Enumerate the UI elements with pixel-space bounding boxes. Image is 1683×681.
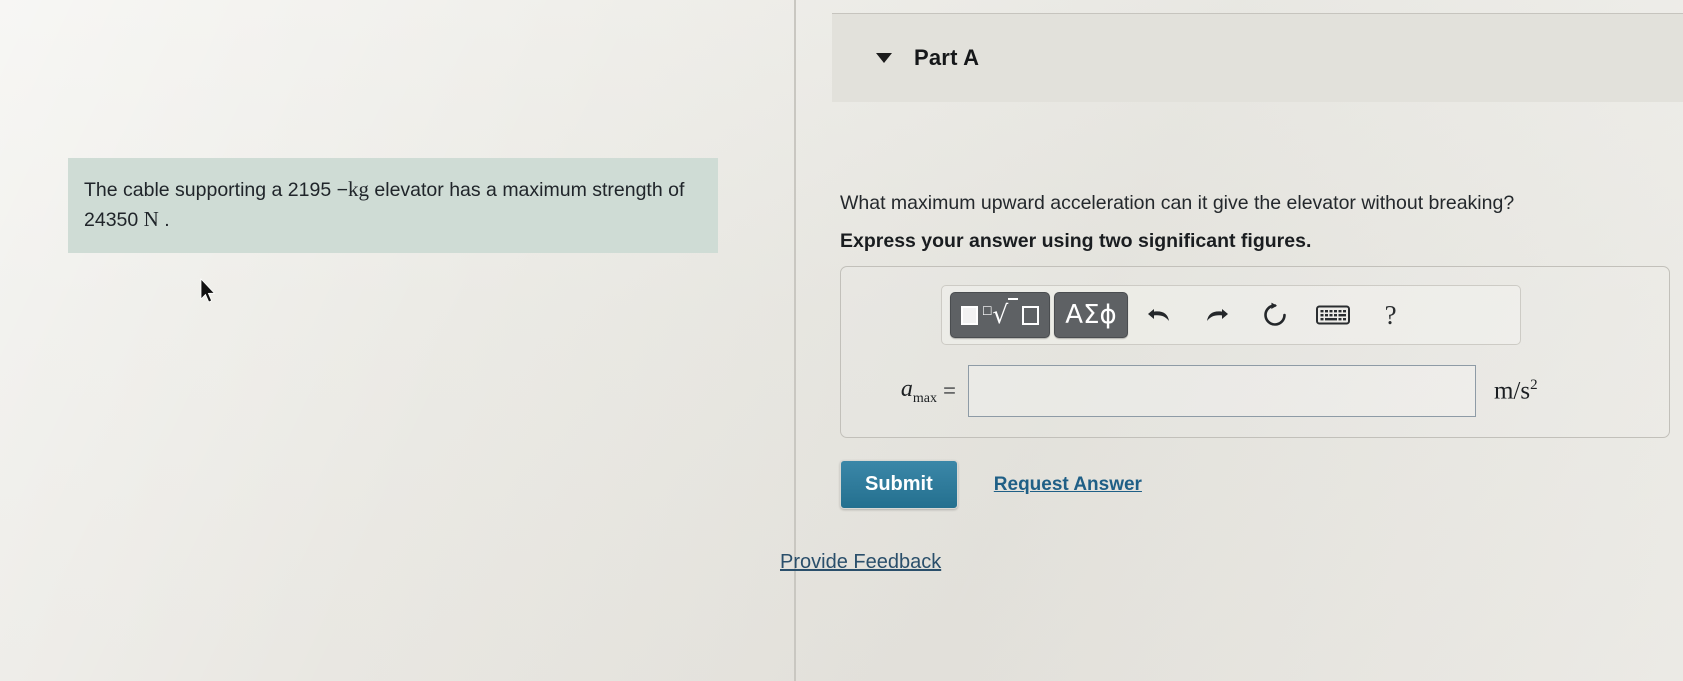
- redo-arrow-icon[interactable]: [1190, 292, 1244, 338]
- greek-symbols-button[interactable]: ΑΣϕ: [1054, 292, 1128, 338]
- mouse-cursor-icon: [200, 278, 216, 303]
- problem-text-part1: The cable supporting a 2195 −: [84, 179, 348, 201]
- left-problem-panel: The cable supporting a 2195 −kg elevator…: [0, 0, 793, 681]
- question-text: What maximum upward acceleration can it …: [840, 192, 1515, 214]
- submit-action-row: Submit Request Answer: [840, 460, 1142, 509]
- nth-root-icon: □√: [982, 297, 1019, 329]
- submit-button[interactable]: Submit: [840, 460, 958, 509]
- answer-variable-label: amax: [900, 375, 937, 406]
- instruction-text: Express your answer using two significan…: [840, 230, 1312, 252]
- greek-letters-label: ΑΣϕ: [1065, 300, 1117, 330]
- math-toolbar: □√ ΑΣϕ ?: [941, 285, 1521, 345]
- problem-statement: The cable supporting a 2195 −kg elevator…: [68, 158, 718, 253]
- problem-text-part3: .: [158, 209, 170, 232]
- answer-input-row: amax = m/s2: [857, 365, 1657, 417]
- answer-units-label: m/s2: [1493, 376, 1538, 405]
- math-template-button[interactable]: □√: [950, 292, 1051, 338]
- problem-unit-newton: N: [143, 207, 159, 232]
- part-a-header[interactable]: Part A: [832, 14, 1683, 102]
- answer-entry-container: □√ ΑΣϕ ? amax = m/s2: [840, 266, 1670, 438]
- keyboard-icon[interactable]: [1306, 292, 1360, 338]
- undo-arrow-icon[interactable]: [1132, 292, 1186, 338]
- provide-feedback-link[interactable]: Provide Feedback: [780, 551, 941, 574]
- help-button[interactable]: ?: [1364, 292, 1418, 338]
- request-answer-link[interactable]: Request Answer: [994, 474, 1142, 496]
- answer-input[interactable]: [967, 365, 1476, 417]
- reset-circular-arrow-icon[interactable]: [1248, 292, 1302, 338]
- part-title: Part A: [914, 45, 980, 70]
- hollow-square-icon: [1022, 305, 1040, 325]
- chevron-down-icon[interactable]: [876, 53, 892, 63]
- equals-sign: =: [943, 378, 956, 403]
- filled-square-icon: [961, 305, 978, 325]
- right-answer-panel: Part A What maximum upward acceleration …: [780, 0, 1683, 681]
- problem-unit-kg: kg: [347, 177, 369, 201]
